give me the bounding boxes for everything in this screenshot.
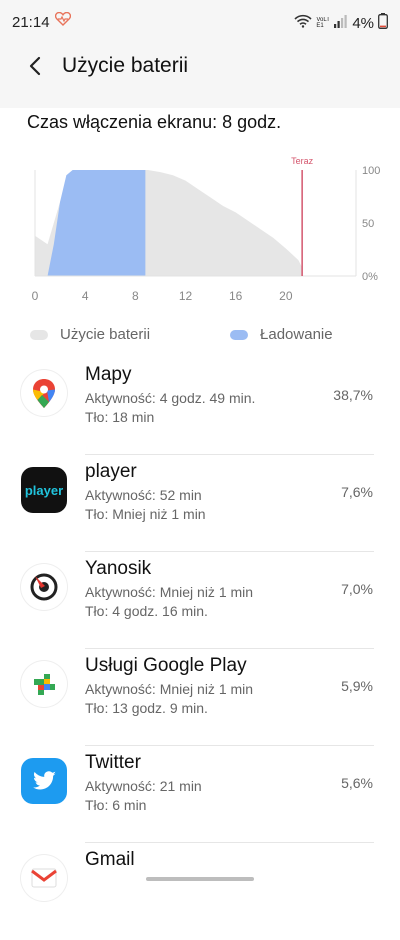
back-button[interactable]	[22, 52, 50, 80]
legend-swatch-charging	[230, 329, 249, 340]
back-arrow-icon	[29, 56, 41, 76]
legend-label-usage: Użycie baterii	[60, 326, 151, 343]
legend-item-charging: Ładowanie	[230, 326, 333, 343]
app-foreground-time: Aktywność: Mniej niż 1 min	[85, 584, 254, 600]
app-row-twitter[interactable]: Twitter Aktywność: 21 min Tło: 6 min 5,6…	[0, 746, 400, 843]
x-tick-label: 0	[32, 289, 39, 303]
app-battery-percent: 5,9%	[341, 678, 373, 694]
signal-icon	[334, 14, 348, 32]
app-usage-list: Mapy Aktywność: 4 godz. 49 min. Tło: 18 …	[0, 358, 400, 940]
twitter-icon	[21, 758, 67, 804]
health-heart-icon	[54, 11, 72, 29]
y-tick-label: 50	[362, 218, 374, 230]
app-foreground-time: Aktywność: 52 min	[85, 487, 202, 503]
app-name: Yanosik	[85, 558, 152, 579]
legend-swatch-usage	[30, 329, 48, 340]
chart-legend: Użycie baterii Ładowanie	[30, 326, 333, 343]
app-row-player[interactable]: player player Aktywność: 52 min Tło: Mni…	[0, 455, 400, 552]
player-icon: player	[21, 467, 67, 513]
gmail-icon	[21, 855, 67, 901]
volte-label: VoLTE1	[316, 17, 330, 29]
screen-on-time: Czas włączenia ekranu: 8 godz.	[27, 112, 282, 132]
legend-item-usage: Użycie baterii	[30, 326, 150, 343]
yanosik-icon	[21, 564, 67, 610]
app-name: Twitter	[85, 752, 141, 773]
app-foreground-time: Aktywność: Mniej niż 1 min	[85, 681, 254, 697]
app-foreground-time: Aktywność: 4 godz. 49 min.	[85, 390, 256, 406]
status-bar: 21:14 VoLTE1 4%	[0, 0, 400, 44]
battery-usage-chart: Teraz 0 4 8 12 16 20 100 50 0%	[0, 150, 400, 310]
app-header: Użycie baterii	[0, 44, 400, 108]
legend-label-charging: Ładowanie	[260, 326, 333, 343]
app-background-time: Tło: Mniej niż 1 min	[85, 506, 206, 522]
wifi-icon	[294, 14, 312, 32]
x-tick-label: 8	[132, 289, 139, 303]
status-time: 21:14	[12, 14, 50, 31]
app-name: Gmail	[85, 849, 135, 870]
app-battery-percent: 7,0%	[341, 581, 373, 597]
battery-percent: 4%	[352, 14, 374, 32]
x-tick-label: 12	[179, 289, 193, 303]
navigation-gesture-handle[interactable]	[146, 877, 254, 881]
series-area-1	[47, 170, 146, 276]
google-play-services-icon	[21, 661, 67, 707]
app-background-time: Tło: 6 min	[85, 797, 147, 813]
google-maps-icon	[21, 370, 67, 416]
app-battery-percent: 5,6%	[341, 775, 373, 791]
app-row-gmail[interactable]: Gmail	[0, 843, 400, 940]
app-row-yanosik[interactable]: Yanosik Aktywność: Mniej niż 1 min Tło: …	[0, 552, 400, 649]
battery-chart-svg: Teraz 0 4 8 12 16 20 100 50 0%	[32, 156, 381, 303]
y-tick-label: 0%	[362, 271, 378, 283]
app-background-time: Tło: 18 min	[85, 409, 155, 425]
app-battery-percent: 38,7%	[333, 387, 373, 403]
page-title: Użycie baterii	[62, 54, 189, 77]
app-background-time: Tło: 13 godz. 9 min.	[85, 700, 208, 716]
app-foreground-time: Aktywność: 21 min	[85, 778, 202, 794]
battery-icon	[378, 13, 388, 33]
app-battery-percent: 7,6%	[341, 484, 373, 500]
app-row-mapy[interactable]: Mapy Aktywność: 4 godz. 49 min. Tło: 18 …	[0, 358, 400, 455]
app-name: Usługi Google Play	[85, 655, 247, 676]
player-icon-text: player	[24, 482, 64, 498]
x-tick-label: 4	[82, 289, 89, 303]
app-row-google-play-services[interactable]: Usługi Google Play Aktywność: Mniej niż …	[0, 649, 400, 746]
app-name: Mapy	[85, 364, 132, 385]
app-background-time: Tło: 4 godz. 16 min.	[85, 603, 208, 619]
app-name: player	[85, 461, 137, 482]
y-tick-label: 100	[362, 165, 380, 177]
x-tick-label: 20	[279, 289, 293, 303]
now-marker-label: Teraz	[291, 156, 314, 166]
x-tick-label: 16	[229, 289, 243, 303]
